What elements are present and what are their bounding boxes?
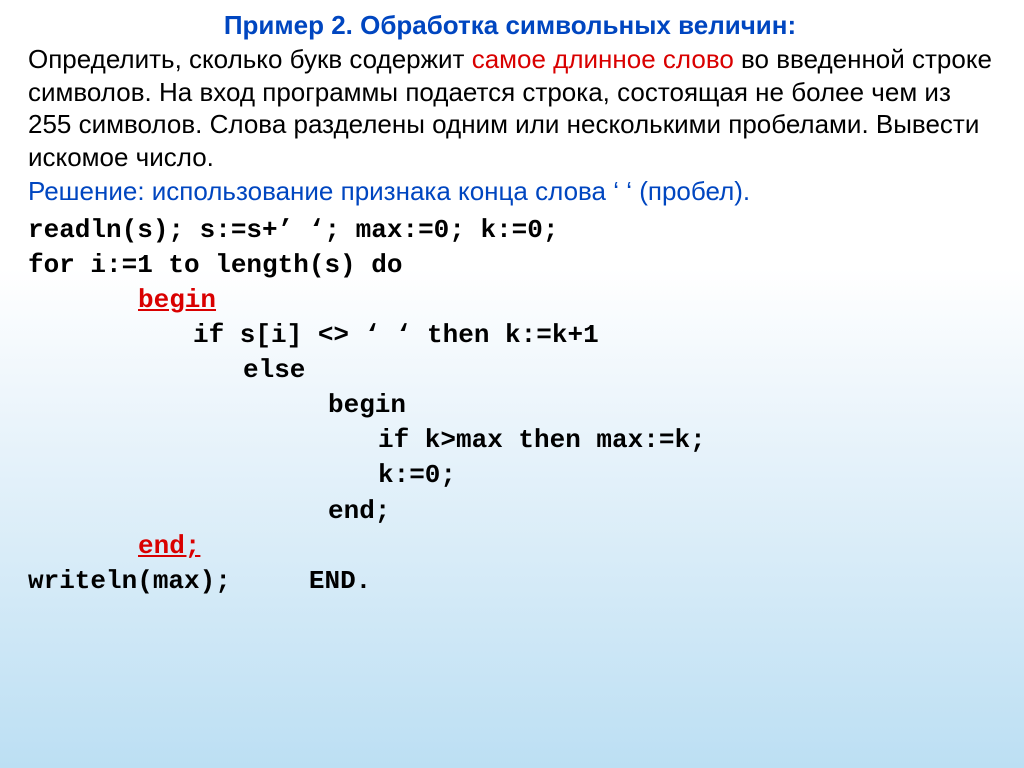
- intro-text-1: Определить, сколько букв содержит: [28, 44, 472, 74]
- intro-highlight: самое длинное слово: [472, 44, 734, 74]
- code-line: end;: [28, 529, 992, 564]
- code-line: begin: [28, 283, 992, 318]
- keyword-end: end;: [138, 531, 200, 561]
- code-line: if s[i] <> ‘ ‘ then k:=k+1: [28, 318, 992, 353]
- code-line: end;: [28, 494, 992, 529]
- code-block: readln(s); s:=s+’ ‘; max:=0; k:=0; for i…: [28, 213, 992, 599]
- code-end: END.: [309, 566, 371, 596]
- solution-note: Решение: использование признака конца сл…: [28, 175, 992, 209]
- code-line: k:=0;: [28, 458, 992, 493]
- code-line: begin: [28, 388, 992, 423]
- problem-statement: Определить, сколько букв содержит самое …: [28, 43, 992, 173]
- code-line: if k>max then max:=k;: [28, 423, 992, 458]
- code-line: else: [28, 353, 992, 388]
- code-line: for i:=1 to length(s) do: [28, 248, 992, 283]
- keyword-begin: begin: [138, 285, 216, 315]
- code-writeln: writeln(max);: [28, 566, 231, 596]
- code-line: readln(s); s:=s+’ ‘; max:=0; k:=0;: [28, 213, 992, 248]
- page-title: Пример 2. Обработка символьных величин:: [28, 10, 992, 41]
- code-line: writeln(max); END.: [28, 564, 992, 599]
